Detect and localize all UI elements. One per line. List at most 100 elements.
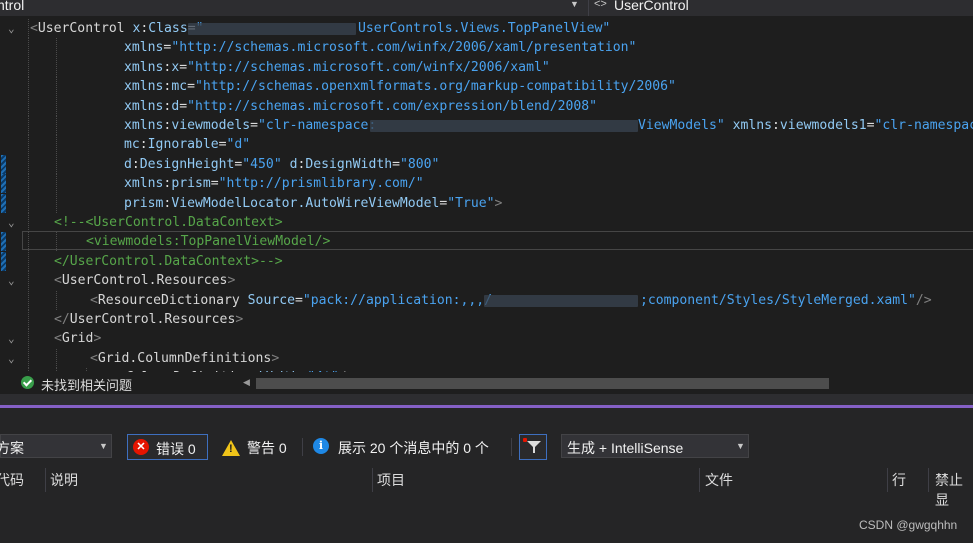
code-text: xmlns:mc="http://schemas.openxmlformats.… (124, 77, 676, 96)
check-circle-icon (21, 376, 34, 389)
navigation-bar: ntrol ▼ <> UserControl (0, 0, 973, 16)
code-text: <Grid> (54, 329, 101, 348)
code-token: prism (171, 176, 211, 192)
redacted-text (188, 23, 356, 35)
nav-separator (588, 0, 589, 16)
chevron-down-icon[interactable]: ⌄ (8, 213, 20, 232)
code-line[interactable]: xmlns:mc="http://schemas.openxmlformats.… (0, 77, 973, 97)
code-line[interactable]: xmlns:x="http://schemas.microsoft.com/wi… (0, 57, 973, 77)
column-header-file[interactable]: 文件 (705, 470, 733, 490)
code-token: "800" (399, 156, 440, 172)
change-marker (1, 251, 6, 271)
code-token: /> (915, 292, 932, 308)
code-token: xmlns (124, 98, 164, 114)
code-token: ViewModels" (638, 118, 733, 133)
code-line[interactable]: d:DesignHeight="450" d:DesignWidth="800" (0, 154, 973, 174)
code-token: xmlns (124, 118, 164, 133)
column-header-line[interactable]: 行 (892, 470, 906, 490)
column-separator[interactable] (699, 468, 700, 492)
errors-filter-button[interactable]: ✕ 错误 0 (127, 434, 208, 460)
change-marker (1, 154, 6, 174)
column-header-project[interactable]: 项目 (377, 470, 405, 490)
code-line[interactable]: ⌄ <UserControl x:Class=" UserControls.View… (0, 19, 973, 38)
column-header-suppression[interactable]: 禁止显 (935, 470, 973, 510)
panel-splitter[interactable] (0, 394, 973, 405)
code-token: "http://schemas.openxmlformats.org/marku… (194, 79, 676, 95)
chevron-down-icon[interactable]: ▼ (570, 0, 579, 9)
indent-guide (28, 348, 29, 368)
scope-label: 方案 (0, 440, 24, 456)
code-line[interactable]: ⌄ <UserControl.Resources> (0, 271, 973, 291)
code-line[interactable]: mc:Ignorable="d" (0, 135, 973, 155)
code-text: d:DesignHeight="450" d:DesignWidth="800" (124, 155, 439, 174)
messages-filter-button[interactable]: 展示 20 个消息中的 0 个 (338, 438, 489, 458)
column-header-description[interactable]: 说明 (50, 470, 78, 490)
code-line[interactable]: xmlns:d="http://schemas.microsoft.com/ex… (0, 96, 973, 116)
column-separator[interactable] (887, 468, 888, 492)
code-token: Ignorable (147, 137, 219, 153)
indent-guide (56, 290, 57, 310)
code-text: prism:ViewModelLocator.AutoWireViewModel… (124, 194, 502, 213)
editor-status-bar: 未找到相关问题 ◀ (0, 372, 973, 394)
code-token: "pack://application:,,,/ (302, 292, 493, 308)
code-token: "http://prismlibrary.com/" (218, 176, 424, 192)
indent-guide (56, 116, 57, 135)
scope-dropdown[interactable]: 方案 ▼ (0, 434, 112, 458)
code-line[interactable]: prism:ViewModelLocator.AutoWireViewModel… (0, 193, 973, 213)
code-line[interactable]: <viewmodels:TopPanelViewModel/> (0, 232, 973, 252)
redacted-text (370, 120, 638, 132)
error-list-header: 代码 说明 项目 文件 行 禁止显 (0, 468, 973, 508)
indent-guide (28, 38, 29, 58)
code-line[interactable]: xmlns:prism="http://prismlibrary.com/" (0, 174, 973, 194)
code-editor[interactable]: ⌄ <UserControl x:Class=" UserControls.View… (0, 16, 973, 372)
code-text: xmlns="http://schemas.microsoft.com/winf… (124, 38, 636, 57)
indent-guide (56, 174, 57, 194)
indent-guide (28, 154, 29, 174)
code-token: = (179, 98, 188, 114)
code-token: viewmodels1 (779, 118, 867, 133)
code-line[interactable]: xmlns="http://schemas.microsoft.com/winf… (0, 38, 973, 58)
column-separator[interactable] (372, 468, 373, 492)
indent-guide (56, 96, 57, 116)
code-token: : (131, 156, 140, 172)
code-text: xmlns:x="http://schemas.microsoft.com/wi… (124, 58, 550, 77)
chevron-down-icon[interactable]: ⌄ (8, 329, 20, 348)
warnings-filter-button[interactable]: 警告 0 (247, 438, 287, 458)
indent-guide (28, 96, 29, 116)
chevron-down-icon[interactable]: ⌄ (8, 19, 20, 38)
chevron-down-icon[interactable]: ⌄ (8, 271, 20, 290)
column-header-code[interactable]: 代码 (0, 470, 24, 490)
indent-guide (28, 232, 29, 252)
code-line[interactable]: <ResourceDictionary Source="pack://appli… (0, 290, 973, 310)
redacted-text (484, 294, 638, 307)
build-source-dropdown[interactable]: 生成 + IntelliSense ▼ (561, 434, 749, 458)
code-token: "http://schemas.microsoft.com/winfx/2006… (187, 59, 550, 75)
filter-button[interactable] (519, 434, 547, 460)
member-dropdown[interactable]: UserControl (614, 0, 689, 13)
chevron-down-icon[interactable]: ⌄ (8, 349, 20, 368)
type-dropdown[interactable]: ntrol (0, 0, 24, 13)
filter-icon-stem (533, 447, 535, 453)
indent-guide (56, 232, 57, 252)
indent-guide (28, 310, 29, 329)
code-line[interactable]: ⌄ <Grid> (0, 329, 973, 349)
code-text: <UserControl.Resources> (54, 271, 235, 290)
code-token: Class (148, 21, 188, 36)
code-line[interactable]: ⌄ <Grid.ColumnDefinitions> (0, 348, 973, 368)
code-text: xmlns:prism="http://prismlibrary.com/" (124, 174, 424, 193)
indent-guide (56, 57, 57, 77)
code-text: mc:Ignorable="d" (124, 135, 250, 154)
column-separator[interactable] (928, 468, 929, 492)
build-source-label: 生成 + IntelliSense (567, 440, 684, 456)
column-separator[interactable] (45, 468, 46, 492)
code-line[interactable]: xmlns:viewmodels="clr-namespace: ViewMode… (0, 116, 973, 135)
horizontal-scrollbar-thumb[interactable] (256, 378, 829, 389)
code-line[interactable]: </UserControl.DataContext>--> (0, 251, 973, 271)
scroll-left-icon[interactable]: ◀ (243, 377, 250, 388)
code-line[interactable]: ⌄ <!--<UserControl.DataContext> (0, 213, 973, 232)
code-token: > (93, 331, 102, 347)
code-token: xmlns (124, 176, 164, 192)
issues-status-text[interactable]: 未找到相关问题 (41, 375, 132, 394)
code-token: > (235, 312, 244, 327)
code-line[interactable]: </UserControl.Resources> (0, 310, 973, 329)
